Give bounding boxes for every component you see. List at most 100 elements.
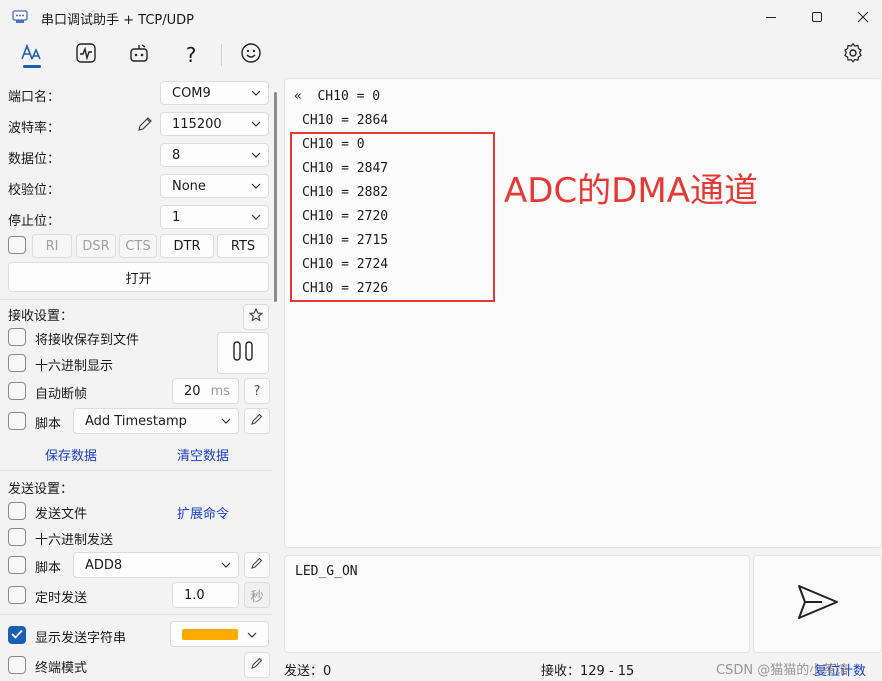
send-text: LED_G_ON [295,564,358,579]
send-color-picker[interactable] [170,621,269,647]
edit-pen-icon [250,656,264,674]
save-to-file-label: 将接收保存到文件 [35,333,140,348]
waveform-tab[interactable] [69,40,103,70]
send-file-label: 发送文件 [35,507,88,522]
timed-send-checkbox[interactable] [8,586,26,604]
save-to-file-checkbox[interactable] [8,328,26,346]
chevron-down-icon [244,90,268,96]
title-bar: 串口调试助手 + TCP/UDP [0,0,882,34]
open-port-button[interactable]: 打开 [8,262,269,292]
pause-button[interactable] [217,332,269,374]
toolbar: ? [0,34,882,76]
chevron-down-icon [244,152,268,158]
hex-display-checkbox[interactable] [8,354,26,372]
baud-select[interactable]: 115200 [160,112,269,136]
minimize-button[interactable] [748,0,794,34]
terminal-mode-checkbox[interactable] [8,656,26,674]
ext-command-link[interactable]: 扩展命令 [177,503,229,522]
plugin-tab[interactable] [122,40,156,70]
baud-label: 波特率： [8,121,61,136]
hex-display-label: 十六进制显示 [35,359,114,374]
chevron-down-icon [214,418,238,424]
toolbar-divider [221,44,222,66]
clear-data-link[interactable]: 清空数据 [177,445,229,464]
port-select[interactable]: COM9 [160,81,269,105]
frame-ms-input[interactable]: 20 ms [172,378,239,404]
divider [0,614,272,615]
save-data-link[interactable]: 保存数据 [45,445,97,464]
edit-receive-script-button[interactable] [244,408,270,434]
chevron-down-icon [244,183,268,189]
favorite-button[interactable] [243,304,269,330]
stopbits-select[interactable]: 1 [160,205,269,229]
help-tab[interactable]: ? [174,40,208,70]
maximize-button[interactable] [794,0,840,34]
chevron-down-icon [214,562,238,568]
hex-send-checkbox[interactable] [8,528,26,546]
receive-settings-title: 接收设置： [8,309,74,324]
show-send-string-checkbox[interactable] [8,626,26,644]
timed-interval-input[interactable]: 1.0 [172,582,239,608]
send-button[interactable] [753,555,882,653]
databits-label: 数据位： [8,152,61,167]
send-text-area[interactable]: LED_G_ON [284,555,750,653]
bot-icon [128,42,150,68]
dtr-button[interactable]: DTR [160,234,214,258]
receive-script-checkbox[interactable] [8,412,26,430]
close-button[interactable] [840,0,882,34]
signal-checkbox[interactable] [8,236,26,254]
left-panel-scrollbar[interactable] [274,92,277,302]
about-tab[interactable] [234,40,268,70]
edit-send-script-button[interactable] [244,552,270,578]
active-tab-indicator [23,65,41,68]
receive-line: CH10 = 2864 [302,113,389,128]
frame-help-button[interactable]: ? [244,378,270,404]
send-arrow-icon [796,582,840,626]
question-icon: ? [185,43,197,67]
send-file-checkbox[interactable] [8,502,26,520]
rts-button[interactable]: RTS [217,234,269,258]
timed-unit: 秒 [244,582,270,608]
receive-script-select[interactable]: Add Timestamp [73,408,239,434]
edit-terminal-button[interactable] [244,652,270,678]
dsr-indicator: DSR [76,234,116,258]
divider [0,299,272,300]
send-count: 发送：0 [284,664,332,679]
send-script-label: 脚本 [35,561,62,576]
send-settings-title: 发送设置： [8,482,74,497]
receive-script-label: 脚本 [35,417,62,432]
hex-send-label: 十六进制发送 [35,533,114,548]
send-script-select[interactable]: ADD8 [73,552,239,578]
font-aa-icon [20,43,44,67]
watermark: CSDN @猫猫的小茶馆 [716,663,849,678]
databits-select[interactable]: 8 [160,143,269,167]
send-script-checkbox[interactable] [8,556,26,574]
receive-line: « CH10 = 0 [294,89,381,104]
highlight-box [290,132,495,302]
port-label: 端口名： [8,90,61,105]
settings-button[interactable] [836,40,870,70]
smiley-icon [240,42,262,68]
serial-port-app-icon [12,9,28,25]
edit-pen-icon[interactable] [136,115,154,137]
show-send-string-label: 显示发送字符串 [35,631,127,646]
timed-send-label: 定时发送 [35,591,88,606]
question-icon: ? [253,383,261,399]
chevron-down-icon [247,627,257,642]
edit-pen-icon [250,412,264,430]
ri-indicator: RI [32,234,72,258]
chevron-down-icon [244,121,268,127]
pause-icon [231,340,255,366]
auto-frame-checkbox[interactable] [8,382,26,400]
window-title: 串口调试助手 + TCP/UDP [41,13,194,28]
waveform-icon [75,42,97,68]
gear-icon [842,42,864,68]
divider [0,470,272,471]
auto-frame-label: 自动断帧 [35,387,88,402]
color-swatch [182,628,238,640]
parity-select[interactable]: None [160,174,269,198]
stopbits-label: 停止位： [8,214,61,229]
cts-indicator: CTS [119,234,157,258]
checkmark-icon [11,628,23,643]
receive-count: 接收：129 - 15 [541,664,635,679]
